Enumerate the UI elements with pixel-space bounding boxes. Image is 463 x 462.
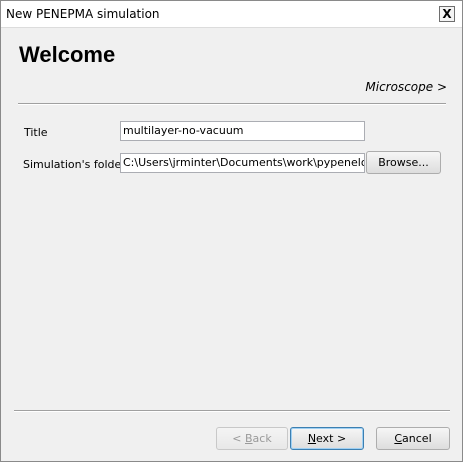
window-title: New PENEPMA simulation: [6, 7, 160, 21]
folder-input[interactable]: C:\Users\jrminter\Documents\work\pypenel…: [120, 153, 365, 173]
page-heading: Welcome: [19, 42, 116, 67]
title-bar[interactable]: New PENEPMA simulation X: [1, 1, 462, 28]
wizard-window: New PENEPMA simulation X Welcome Microsc…: [0, 0, 463, 462]
cancel-rest: ancel: [402, 432, 432, 445]
header-divider: [18, 103, 446, 105]
next-mnemonic: N: [307, 432, 317, 445]
close-button[interactable]: X: [439, 6, 455, 22]
back-button[interactable]: < Back: [216, 427, 288, 450]
browse-button[interactable]: Browse...: [366, 151, 441, 174]
title-input[interactable]: multilayer-no-vacuum: [120, 121, 365, 141]
back-rest: ack: [252, 432, 272, 445]
cancel-mnemonic: C: [394, 432, 403, 445]
next-button[interactable]: Next >: [290, 427, 364, 450]
back-mnemonic: B: [245, 432, 253, 445]
next-rest: ext >: [316, 432, 347, 445]
folder-label: Simulation's folder: [23, 158, 126, 171]
close-icon: X: [442, 7, 452, 21]
cancel-button[interactable]: Cancel: [376, 427, 450, 450]
back-prefix: <: [232, 432, 242, 445]
title-label: Title: [24, 126, 48, 139]
next-page-link[interactable]: Microscope >: [365, 80, 447, 94]
footer-divider: [14, 410, 450, 412]
